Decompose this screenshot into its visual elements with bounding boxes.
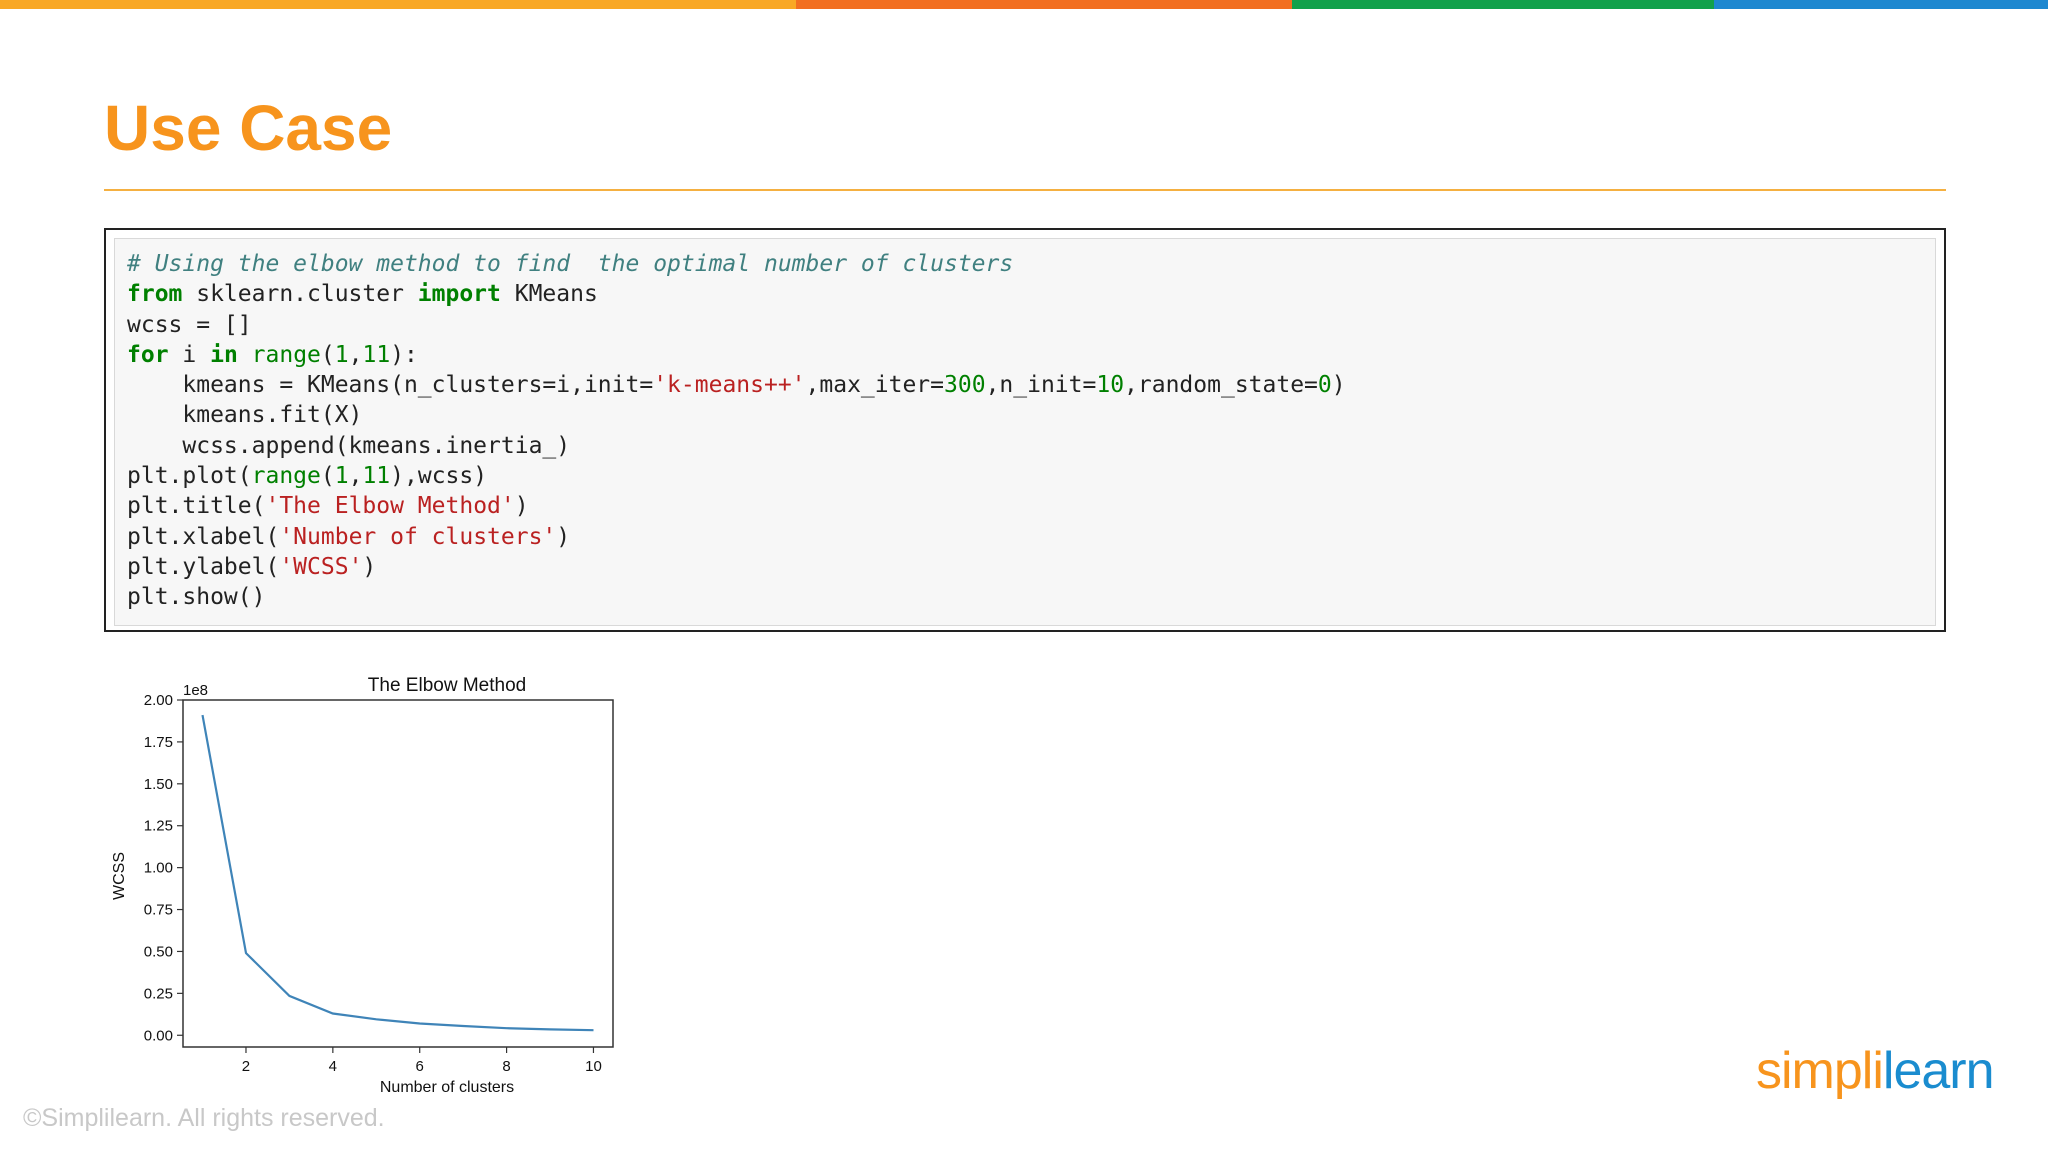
code-token: ),wcss) (390, 463, 488, 490)
code-token: ( (320, 463, 335, 490)
code-token: from (127, 281, 183, 308)
code-token: 0 (1317, 372, 1332, 399)
code-token: 11 (362, 341, 391, 368)
code-line: plt.plot(range(1,11),wcss) (127, 461, 1935, 491)
code-line: kmeans.fit(X) (127, 400, 1935, 430)
code-line: for i in range(1,11): (127, 340, 1935, 370)
code-token: plt.xlabel( (127, 523, 280, 550)
top-bar-segment-yellow (0, 0, 796, 9)
y-tick-label: 0.75 (144, 902, 173, 919)
code-token: ,random_state= (1124, 372, 1318, 399)
code-line: plt.title('The Elbow Method') (127, 491, 1935, 521)
code-line: from sklearn.cluster import KMeans (127, 279, 1935, 309)
y-tick-label: 0.25 (144, 985, 173, 1002)
code-line: wcss = [] (127, 310, 1935, 340)
axis-ticks: 2 4 6 8 10 0.00 0.25 0.50 0.75 1.00 1.25 1.50 1.75 2.… (144, 692, 602, 1075)
code-token: 'WCSS' (279, 553, 363, 580)
slide: Use Case # Using the elbow method to fin… (0, 0, 2048, 1152)
logo-part-i: i (1872, 1042, 1884, 1100)
x-tick-label: 4 (329, 1058, 337, 1075)
slide-title: Use Case (104, 92, 393, 164)
simplilearn-logo: simplilearn (1756, 1036, 1995, 1106)
logo-wordmark: simplilearn (1756, 1036, 1995, 1106)
logo-part-simpl: simpl (1756, 1042, 1873, 1100)
code-token: KMeans (500, 281, 598, 308)
y-tick-label: 2.00 (144, 692, 173, 709)
top-bar-segment-blue (1714, 0, 2048, 9)
code-token: ) (1331, 372, 1346, 399)
code-token: 10 (1096, 372, 1125, 399)
x-tick-label: 2 (242, 1058, 250, 1075)
code-line: wcss.append(kmeans.inertia_) (127, 431, 1935, 461)
code-token: ): (390, 341, 418, 368)
x-tick-label: 6 (416, 1058, 424, 1075)
code-token: # Using the elbow method to find the opt… (127, 251, 1014, 277)
y-tick-label: 1.25 (144, 818, 173, 835)
code-line: plt.show() (127, 582, 1935, 612)
plot-area (182, 699, 614, 1048)
x-axis-label: Number of clusters (380, 1079, 514, 1096)
wcss-series-line (201, 714, 594, 1032)
code-token: 300 (944, 372, 986, 399)
elbow-chart: The Elbow Method 1e8 Number of clusters … (104, 664, 744, 1104)
x-tick-label: 8 (502, 1058, 510, 1075)
code-token: ,n_init= (985, 372, 1097, 399)
y-tick-label: 1.75 (144, 734, 173, 751)
code-token: 'Number of clusters' (279, 523, 557, 550)
y-axis-label: WCSS (111, 852, 128, 900)
copyright-notice: ©Simplilearn. All rights reserved. (23, 1104, 385, 1132)
code-token: sklearn.cluster (182, 281, 418, 308)
code-token: 'The Elbow Method' (265, 493, 515, 520)
code-token: range (251, 463, 321, 490)
code-cell: # Using the elbow method to find the opt… (104, 228, 1946, 632)
code-token: ) (556, 523, 571, 550)
code-token: range (251, 341, 321, 368)
code-token: 1 (334, 463, 349, 490)
top-color-bar (0, 0, 2048, 9)
y-tick-label: 1.00 (144, 860, 173, 877)
code-token: i (168, 341, 211, 368)
top-bar-segment-green (1292, 0, 1714, 9)
code-token: ) (362, 553, 377, 580)
code-token: ) (514, 493, 529, 520)
code-token: for (127, 341, 169, 368)
chart-title: The Elbow Method (368, 675, 526, 696)
code-token: , (348, 463, 363, 490)
code-token: wcss = [] (127, 311, 252, 338)
code-token: , (348, 341, 363, 368)
code-token: 11 (362, 463, 391, 490)
elbow-chart-svg: The Elbow Method 1e8 Number of clusters … (111, 675, 614, 1096)
y-axis-offset-label: 1e8 (183, 682, 208, 699)
code-token: plt.ylabel( (127, 553, 280, 580)
top-bar-segment-orange (796, 0, 1292, 9)
code-token: import (417, 281, 501, 308)
code-line: plt.xlabel('Number of clusters') (127, 522, 1935, 552)
code-token: 'k-means++' (653, 372, 806, 399)
code-token: 1 (334, 341, 349, 368)
code-token: ,max_iter= (805, 372, 945, 399)
code-token: in (210, 341, 238, 368)
y-tick-label: 1.50 (144, 776, 173, 793)
logo-part-learn: learn (1882, 1042, 1995, 1100)
code-line: kmeans = KMeans(n_clusters=i,init='k-mea… (127, 370, 1935, 400)
y-tick-label: 0.00 (144, 1027, 173, 1044)
code-token: plt.title( (127, 493, 266, 520)
y-tick-label: 0.50 (144, 943, 173, 960)
code-token: kmeans.fit(X) (127, 402, 363, 429)
code-line: plt.ylabel('WCSS') (127, 552, 1935, 582)
code-token: wcss.append(kmeans.inertia_) (127, 432, 571, 459)
title-divider (104, 189, 1946, 191)
code-token: ( (320, 341, 335, 368)
code-token: plt.show() (127, 584, 266, 611)
code-block: # Using the elbow method to find the opt… (114, 238, 1936, 626)
code-token: plt.plot( (127, 463, 252, 490)
x-tick-label: 10 (585, 1058, 602, 1075)
code-line: # Using the elbow method to find the opt… (127, 249, 1935, 279)
code-token: kmeans = KMeans(n_clusters=i,init= (127, 372, 654, 399)
